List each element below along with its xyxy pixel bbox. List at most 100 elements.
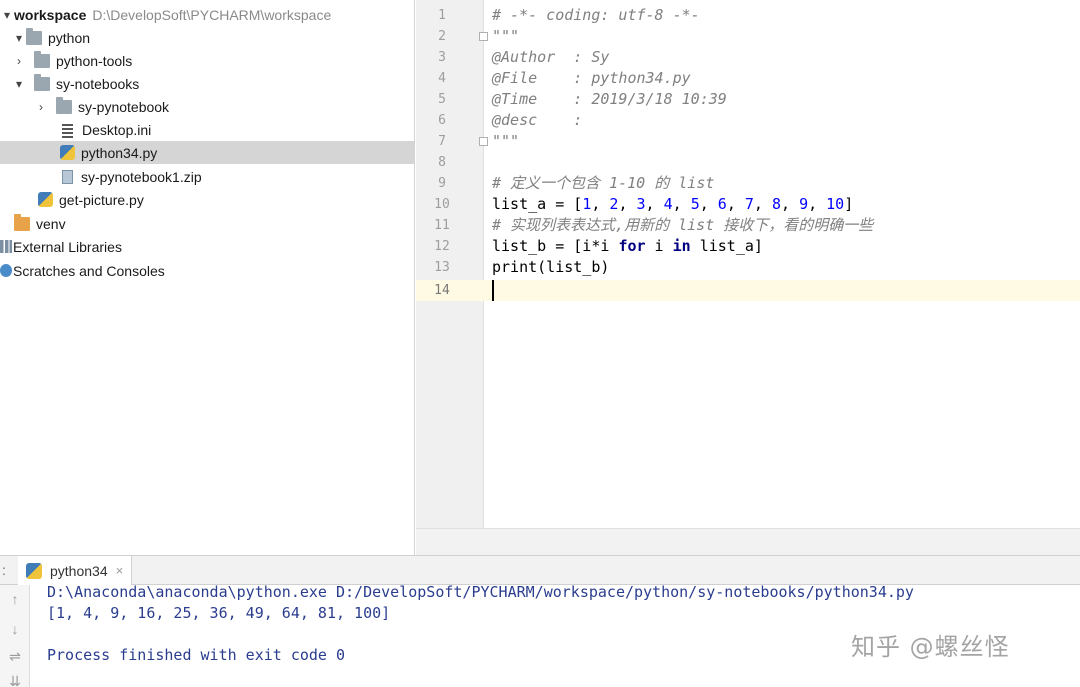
tree-root-label: workspace [14, 6, 87, 23]
code-token: , [781, 195, 800, 213]
tree-item-label: python-tools [56, 52, 133, 69]
code-number: 4 [663, 195, 673, 213]
tree-item-label: External Libraries [13, 238, 122, 255]
code-line: list_a = [1, 2, 3, 4, 5, 6, 7, 8, 9, 10] [492, 194, 853, 215]
code-number: 3 [636, 195, 646, 213]
python-file-icon [26, 562, 42, 579]
code-token: , [699, 195, 718, 213]
project-panel: ▾ workspace D:\DevelopSoft\PYCHARM\works… [0, 0, 415, 555]
tree-item-python[interactable]: ▾ python [0, 26, 414, 49]
arrow-up-icon[interactable]: ↑ [7, 591, 23, 607]
folder-icon [34, 50, 50, 68]
tree-item-python34[interactable]: python34.py [0, 141, 414, 164]
line-number: 5 [438, 92, 446, 107]
code-token: , [645, 195, 664, 213]
line-number: 10 [434, 197, 450, 212]
line-number: 8 [438, 155, 446, 170]
code-line: print(list_b) [492, 258, 610, 276]
run-label-colon: : [2, 562, 6, 578]
code-keyword: for [618, 237, 646, 255]
close-icon[interactable]: × [116, 563, 124, 578]
code-token: list_b = [i*i [492, 237, 619, 255]
tree-item-desktop-ini[interactable]: Desktop.ini [0, 118, 414, 141]
console-line: D:\Anaconda\anaconda\python.exe D:/Devel… [47, 583, 914, 601]
code-token: , [672, 195, 691, 213]
code-token: , [618, 195, 637, 213]
code-line: @Author : Sy [492, 48, 610, 66]
tree-item-label: Scratches and Consoles [13, 262, 165, 279]
python-file-icon [60, 145, 75, 160]
code-line: list_b = [i*i for i in list_a] [492, 236, 763, 257]
code-line: """ [492, 132, 520, 150]
tree-item-get-picture[interactable]: get-picture.py [0, 188, 414, 211]
code-line: @Time : 2019/3/18 10:39 [492, 90, 727, 108]
code-token: , [808, 195, 827, 213]
code-token: , [726, 195, 745, 213]
code-line: # 定义一个包含 1-10 的 list [492, 174, 715, 192]
run-console[interactable]: D:\Anaconda\anaconda\python.exe D:/Devel… [31, 583, 1080, 687]
code-number: 8 [771, 195, 781, 213]
code-token: list_a] [690, 237, 763, 255]
code-area[interactable]: # -*- coding: utf-8 -*- """ @Author : Sy… [485, 0, 1080, 528]
code-number: 1 [582, 195, 592, 213]
folder-icon [26, 27, 42, 45]
line-number: 6 [438, 113, 446, 128]
line-number: 13 [434, 260, 450, 275]
arrow-down-icon[interactable]: ↓ [7, 621, 23, 637]
code-number: 5 [690, 195, 700, 213]
chevron-down-icon[interactable]: ▾ [12, 31, 26, 45]
tree-item-label: sy-pynotebook [78, 98, 170, 115]
tree-item-label: sy-pynotebook1.zip [81, 168, 202, 185]
chevron-right-icon[interactable]: › [34, 100, 48, 114]
tree-root-workspace[interactable]: ▾ workspace D:\DevelopSoft\PYCHARM\works… [0, 3, 414, 26]
chevron-down-icon[interactable]: ▾ [12, 77, 26, 91]
run-toolbar: ↑ ↓ ⇌ ⇊ [0, 585, 30, 687]
code-line: @File : python34.py [492, 69, 691, 87]
library-icon [0, 240, 12, 253]
code-line: """ [492, 27, 520, 45]
tree-item-label: venv [36, 215, 66, 232]
tab-python34[interactable]: python34 × [18, 556, 133, 585]
run-tool-window-tabs: : python34 × [0, 555, 1080, 585]
line-number: 12 [434, 239, 450, 254]
code-line: @desc : [492, 111, 583, 129]
folder-icon [56, 96, 72, 114]
tree-item-scratches[interactable]: Scratches and Consoles [0, 259, 414, 282]
chevron-right-icon[interactable]: › [12, 54, 26, 68]
code-token: ] [844, 195, 854, 213]
code-number: 10 [826, 195, 845, 213]
code-editor[interactable]: 1 2 3 4 5 6 7 8 9 10 11 12 13 14 # -*- c… [416, 0, 1080, 555]
editor-breadcrumb-bar [416, 528, 1080, 555]
console-line: [1, 4, 9, 16, 25, 36, 49, 64, 81, 100] [47, 604, 391, 622]
code-line: # -*- coding: utf-8 -*- [492, 6, 700, 24]
line-number-gutter: 1 2 3 4 5 6 7 8 9 10 11 12 13 14 [416, 0, 488, 528]
tree-item-label: python34.py [81, 144, 158, 161]
watermark: 知乎 @螺丝怪 [851, 633, 1010, 661]
text-file-icon [60, 123, 76, 137]
tree-item-zip[interactable]: sy-pynotebook1.zip [0, 165, 414, 188]
code-token: , [753, 195, 772, 213]
text-caret [492, 280, 494, 301]
tree-item-external-libraries[interactable]: External Libraries [0, 235, 414, 258]
console-line: Process finished with exit code 0 [47, 646, 346, 664]
code-number: 6 [717, 195, 727, 213]
tree-item-label: Desktop.ini [82, 121, 152, 138]
tree-item-sy-pynotebook[interactable]: › sy-pynotebook [0, 95, 414, 118]
code-keyword: in [672, 237, 691, 255]
soft-wrap-icon[interactable]: ⇌ [7, 648, 23, 664]
code-token: list_a = [ [492, 195, 583, 213]
line-number: 3 [438, 50, 446, 65]
archive-file-icon [62, 169, 73, 184]
folder-icon [14, 213, 30, 231]
tree-item-label: get-picture.py [59, 191, 144, 208]
code-number: 9 [799, 195, 809, 213]
tree-item-venv[interactable]: venv [0, 212, 414, 235]
chevron-down-icon[interactable]: ▾ [0, 8, 14, 22]
tree-item-python-tools[interactable]: › python-tools [0, 49, 414, 72]
code-token: , [591, 195, 610, 213]
tree-item-sy-notebooks[interactable]: ▾ sy-notebooks [0, 72, 414, 95]
scroll-to-end-icon[interactable]: ⇊ [7, 673, 23, 687]
code-token: i [645, 237, 673, 255]
folder-icon [34, 73, 50, 91]
python-file-icon [38, 192, 53, 207]
